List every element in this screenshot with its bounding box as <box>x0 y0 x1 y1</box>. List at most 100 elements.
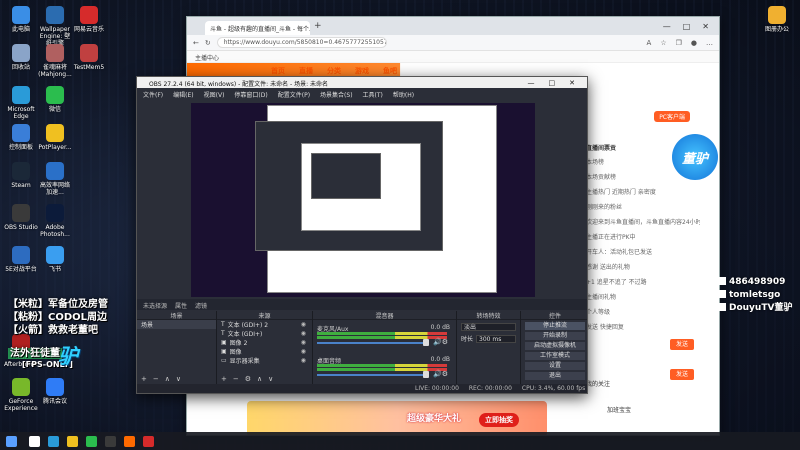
desktop-icon[interactable]: Wallpaper Engine: 壁纸引擎 <box>38 6 72 47</box>
obs-control-button[interactable]: 工作室模式 <box>525 352 585 360</box>
volume-slider[interactable] <box>317 342 427 344</box>
visibility-eye-icon[interactable]: ◉ <box>301 339 306 346</box>
obs-control-button[interactable]: 停止推流 <box>525 322 585 330</box>
overlay-line: 【米粒】军备位及房管 <box>8 299 108 310</box>
pc-client-button[interactable]: PC客户端 <box>654 111 690 122</box>
obs-title-text: OBS 27.2.4 (64 bit, windows) - 配置文件: 未命名… <box>149 81 329 88</box>
taskbar-app-icon[interactable] <box>105 435 116 447</box>
overlay-line: 【火箭】救救老董吧 <box>8 325 98 336</box>
desktop-icon[interactable]: 控制面板 <box>4 124 38 151</box>
desktop-icon[interactable]: 图册办公 <box>760 6 794 33</box>
source-item-label: 图像 2 <box>229 340 248 347</box>
obs-maximize-icon[interactable]: □ <box>549 79 556 87</box>
source-item[interactable]: T 文本 (GDI+) ◉ <box>217 329 312 338</box>
mute-speaker-icon[interactable]: 🔊⚙ <box>433 370 448 378</box>
obs-control-button[interactable]: 启动虚拟摄像机 <box>525 342 585 350</box>
chat-message: 刚刚来的粉丝 <box>586 204 623 211</box>
volume-slider-knob[interactable] <box>423 339 429 346</box>
source-item[interactable]: ▭ 显示器采集 ◉ <box>217 356 312 365</box>
profile-icon[interactable]: ● <box>691 39 697 47</box>
desktop-icon[interactable]: PotPlayer... <box>38 124 72 151</box>
desktop-icon[interactable]: Steam <box>4 162 38 189</box>
site-nav-category[interactable]: 分类 <box>327 66 341 76</box>
desktop-icon[interactable]: 网易云音乐 <box>72 6 106 33</box>
desktop-icon[interactable]: 此电脑 <box>4 6 38 33</box>
desktop-icon-label: OBS Studio <box>4 224 38 231</box>
desktop-icon[interactable]: 回收站 <box>4 44 38 71</box>
obs-menu-item[interactable]: 文件(F) <box>143 90 163 99</box>
filters-button[interactable]: 滤镜 <box>195 301 207 310</box>
desktop-icon[interactable]: Microsoft Edge <box>4 86 38 120</box>
new-tab-icon[interactable]: + <box>314 21 322 31</box>
visibility-eye-icon[interactable]: ◉ <box>301 348 306 355</box>
bookmark-item[interactable]: 主播中心 <box>195 55 219 62</box>
visibility-eye-icon[interactable]: ◉ <box>301 321 306 328</box>
url-field[interactable]: https://www.douyu.com/5850810=0.46757772… <box>216 37 387 48</box>
lottery-button[interactable]: 立即抽奖 <box>479 413 519 427</box>
favorite-icon[interactable]: ☆ <box>660 39 666 47</box>
obs-minimize-icon[interactable]: — <box>528 79 535 87</box>
obs-menu-item[interactable]: 场景集合(S) <box>320 90 353 99</box>
visibility-eye-icon[interactable]: ◉ <box>301 357 306 364</box>
volume-slider-knob[interactable] <box>423 371 429 378</box>
obs-menu-item[interactable]: 工具(T) <box>363 90 383 99</box>
read-aloud-icon[interactable]: A <box>647 39 652 47</box>
obs-close-icon[interactable]: ✕ <box>569 79 575 87</box>
send-button[interactable]: 发送 <box>670 339 694 350</box>
obs-menu-item[interactable]: 视图(V) <box>204 90 225 99</box>
start-icon[interactable] <box>6 435 17 447</box>
site-nav-fishbar[interactable]: 鱼吧 <box>383 66 397 76</box>
taskbar-app-icon[interactable] <box>124 435 135 447</box>
app-icon <box>46 162 64 180</box>
properties-button[interactable]: 属性 <box>175 301 187 310</box>
maximize-icon[interactable]: □ <box>683 22 691 31</box>
back-icon[interactable]: ← <box>193 39 199 47</box>
desktop-icon[interactable]: TestMem5 <box>72 44 106 71</box>
obs-control-button[interactable]: 设置 <box>525 362 585 370</box>
browser-tab[interactable]: 斗鱼 - 超级有趣的直播间_斗鱼 - 每个人的... <box>205 21 310 35</box>
obs-menu-item[interactable]: 编辑(E) <box>173 90 193 99</box>
promo-banner[interactable]: 超级豪华大礼 立即抽奖 <box>247 401 547 435</box>
controls-header: 控件 <box>521 311 587 320</box>
desktop-icon[interactable]: OBS Studio <box>4 204 38 231</box>
duration-input[interactable]: 300 ms <box>476 334 516 343</box>
mute-speaker-icon[interactable]: 🔊⚙ <box>433 338 448 346</box>
desktop-icon[interactable]: GeForce Experience <box>4 378 38 412</box>
transition-type-select[interactable]: 淡出 <box>461 323 516 331</box>
minimize-icon[interactable]: — <box>663 22 671 31</box>
transitions-header: 转场特效 <box>457 311 520 320</box>
source-item[interactable]: ▣ 图像 ◉ <box>217 347 312 356</box>
desktop-icon[interactable]: 高效率网络加速... <box>38 162 72 196</box>
site-nav-live[interactable]: 直播 <box>299 66 313 76</box>
taskbar-app-icon[interactable] <box>29 435 40 447</box>
visibility-eye-icon[interactable]: ◉ <box>301 330 306 337</box>
taskbar-app-icon[interactable] <box>67 435 78 447</box>
taskbar-app-icon[interactable] <box>143 435 154 447</box>
browser-toolbar: A ☆ ❐ ● … <box>647 39 713 47</box>
desktop-icon[interactable]: 飞书 <box>38 246 72 273</box>
obs-menu-item[interactable]: 配置文件(P) <box>278 90 310 99</box>
source-item[interactable]: ▣ 图像 2 ◉ <box>217 338 312 347</box>
close-icon[interactable]: ✕ <box>702 22 709 31</box>
source-item[interactable]: T 文本 (GDI+) 2 ◉ <box>217 320 312 329</box>
desktop-icon[interactable]: 5E对战平台 <box>4 246 38 273</box>
more-icon[interactable]: … <box>706 39 713 47</box>
desktop-icon[interactable]: 微信 <box>38 86 72 113</box>
taskbar-app-icon[interactable] <box>48 435 59 447</box>
obs-preview[interactable] <box>191 103 535 297</box>
site-nav-game[interactable]: 游戏 <box>355 66 369 76</box>
desktop-icon-label: 网易云音乐 <box>73 26 104 33</box>
site-nav-home[interactable]: 首页 <box>271 66 285 76</box>
obs-control-button[interactable]: 退出 <box>525 372 585 380</box>
collections-icon[interactable]: ❐ <box>676 39 682 47</box>
level-meter <box>317 364 447 367</box>
obs-menu-item[interactable]: 停靠窗口(D) <box>234 90 267 99</box>
obs-control-button[interactable]: 开始录制 <box>525 332 585 340</box>
desktop-icon[interactable]: 腾讯会议 <box>38 378 72 405</box>
taskbar-app-icon[interactable] <box>86 435 97 447</box>
obs-menu-item[interactable]: 帮助(H) <box>393 90 414 99</box>
refresh-icon[interactable]: ↻ <box>205 39 211 47</box>
desktop-icon[interactable]: Adobe Photosh... <box>38 204 72 238</box>
volume-slider[interactable] <box>317 374 427 376</box>
desktop-icon[interactable]: 雀魂麻将(Mahjong... <box>38 44 72 78</box>
